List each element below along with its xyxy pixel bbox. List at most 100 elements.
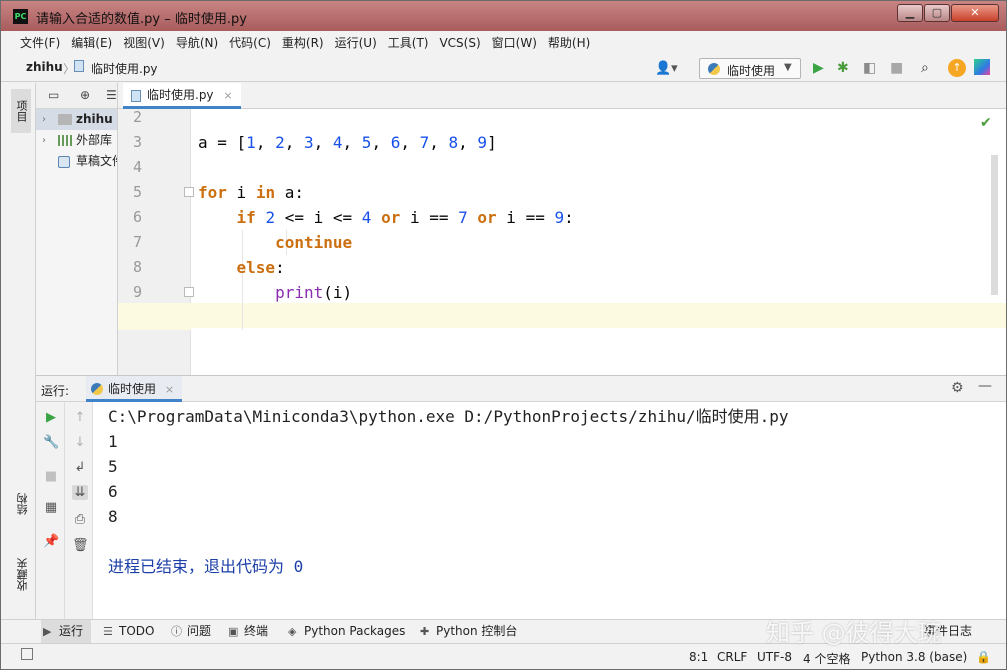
python-interpreter[interactable]: Python 3.8 (base) xyxy=(861,650,967,664)
close-button[interactable]: ✕ xyxy=(951,4,999,22)
code-number: 2 xyxy=(265,208,276,227)
folder-icon xyxy=(58,114,72,125)
menu-code[interactable]: 代码(C) xyxy=(225,31,275,55)
chevron-down-icon: ▼ xyxy=(784,62,792,73)
packages-icon: ◈ xyxy=(288,625,297,638)
tool-tab-python-packages[interactable]: ◈ Python Packages xyxy=(286,620,405,643)
stop-icon[interactable]: ■ xyxy=(43,469,59,484)
run-panel-label: 运行: xyxy=(41,384,70,398)
code-keyword: in xyxy=(255,183,276,202)
menu-refactor[interactable]: 重构(R) xyxy=(278,31,328,55)
line-number: 7 xyxy=(133,233,143,251)
close-icon[interactable]: × xyxy=(165,383,174,396)
window-layout-icon[interactable] xyxy=(21,648,33,660)
minimize-button[interactable]: ▁ xyxy=(897,4,923,22)
code-line-7: continue xyxy=(198,230,352,255)
tool-tab-problems[interactable]: ⓘ 问题 xyxy=(169,620,211,643)
line-number: 6 xyxy=(133,208,143,226)
code-number: 1 xyxy=(246,133,256,152)
debug-icon[interactable]: ✱ xyxy=(837,60,849,76)
tool-tab-label: Python Packages xyxy=(304,624,406,638)
run-tab[interactable]: 临时使用 × xyxy=(86,376,183,402)
user-icon[interactable]: 👤▾ xyxy=(655,61,678,76)
print-icon[interactable]: ⎙ xyxy=(72,512,88,527)
tree-item-zhihu[interactable]: › zhihu xyxy=(36,109,117,130)
run-configuration-label: 临时使用 xyxy=(727,64,776,78)
expand-arrow-icon[interactable]: › xyxy=(42,130,46,151)
editor-scrollbar[interactable] xyxy=(991,155,998,295)
code-number: 3 xyxy=(303,133,314,152)
project-view-icon[interactable]: ▭ xyxy=(48,88,59,102)
arrow-down-icon[interactable]: ↓ xyxy=(72,435,88,450)
line-number: 4 xyxy=(133,158,143,176)
rerun-icon[interactable]: ▶ xyxy=(43,410,59,425)
arrow-up-icon[interactable]: ↑ xyxy=(72,410,88,425)
line-separator[interactable]: CRLF xyxy=(717,650,747,664)
menu-help[interactable]: 帮助(H) xyxy=(544,31,594,55)
tree-item-external-libraries[interactable]: › 外部库 xyxy=(36,130,117,151)
run-configuration-select[interactable]: 临时使用 ▼ xyxy=(699,58,801,79)
wrench-icon[interactable]: 🔧 xyxy=(43,435,59,450)
breadcrumb-file[interactable]: 临时使用.py xyxy=(91,60,158,77)
project-panel: ▭ ⊕ ☰ › zhihu › 外部库 草稿文件 xyxy=(36,83,118,375)
menu-edit[interactable]: 编辑(E) xyxy=(67,31,116,55)
lock-icon[interactable]: 🔒 xyxy=(976,650,991,664)
tool-tab-todo[interactable]: ☰ TODO xyxy=(101,620,154,643)
tool-tab-structure[interactable]: 结构 xyxy=(15,493,31,515)
gear-icon[interactable]: ⚙ xyxy=(951,380,964,396)
python-console-icon: ✚ xyxy=(420,625,430,638)
caret-position[interactable]: 8:1 xyxy=(689,650,708,664)
python-icon xyxy=(708,63,720,75)
menu-navigate[interactable]: 导航(N) xyxy=(172,31,222,55)
breadcrumb-project[interactable]: zhihu xyxy=(26,60,63,74)
pin-icon[interactable]: 📌 xyxy=(43,534,59,549)
tool-tab-run[interactable]: ▶ 运行 xyxy=(41,620,92,643)
console-output[interactable]: C:\ProgramData\Miniconda3\python.exe D:/… xyxy=(108,404,998,614)
run-icon[interactable]: ▶ xyxy=(813,60,824,76)
minimize-icon[interactable]: — xyxy=(978,378,992,394)
soft-wrap-icon[interactable]: ↲ xyxy=(72,460,88,475)
check-icon: ✔ xyxy=(980,115,992,131)
tool-tab-favorites[interactable]: 收藏夹 xyxy=(15,558,31,591)
maximize-button[interactable]: ▢ xyxy=(924,4,950,22)
code-number: 8 xyxy=(448,133,459,152)
code-token: a = [ xyxy=(198,133,247,152)
coverage-icon[interactable]: ◧ xyxy=(863,60,876,76)
trash-icon[interactable]: 🗑 xyxy=(72,538,89,553)
code-number: 4 xyxy=(332,133,343,152)
menu-tools[interactable]: 工具(T) xyxy=(384,31,433,55)
code-number: 2 xyxy=(275,133,285,152)
code-area[interactable]: a = [1, 2, 3, 4, 5, 6, 7, 8, 9] for i in… xyxy=(192,109,992,375)
code-keyword: else xyxy=(236,258,276,277)
code-number: 7 xyxy=(458,208,468,227)
tree-item-scratches[interactable]: 草稿文件 xyxy=(36,151,117,172)
tool-tab-terminal[interactable]: ▣ 终端 xyxy=(226,620,268,643)
code-keyword: or xyxy=(477,208,497,227)
expand-arrow-icon[interactable]: › xyxy=(42,109,46,130)
layout-icon[interactable]: ▦ xyxy=(43,500,59,515)
line-number: 5 xyxy=(133,183,143,201)
tool-tab-label: 问题 xyxy=(187,624,212,638)
tool-tab-project[interactable]: 项目 xyxy=(11,89,31,133)
toolbox-icon[interactable] xyxy=(974,59,990,75)
indent-setting[interactable]: 4 个空格 xyxy=(803,650,850,667)
editor-tab-label: 临时使用.py xyxy=(147,88,214,102)
stop-icon[interactable]: ■ xyxy=(890,60,903,76)
menu-run[interactable]: 运行(U) xyxy=(331,31,381,55)
line-number: 3 xyxy=(133,133,143,151)
file-encoding[interactable]: UTF-8 xyxy=(757,650,792,664)
locate-icon[interactable]: ⊕ xyxy=(80,88,90,102)
run-icon: ▶ xyxy=(43,625,52,638)
tool-tab-python-console[interactable]: ✚ Python 控制台 xyxy=(418,620,517,643)
code-number: 7 xyxy=(419,133,430,152)
menu-view[interactable]: 视图(V) xyxy=(119,31,169,55)
update-icon[interactable]: ↑ xyxy=(948,59,966,77)
menu-vcs[interactable]: VCS(S) xyxy=(435,31,484,55)
collapse-icon[interactable]: ☰ xyxy=(106,88,117,102)
close-icon[interactable]: × xyxy=(223,89,232,102)
menu-window[interactable]: 窗口(W) xyxy=(488,31,541,55)
search-icon[interactable]: ⌕ xyxy=(921,60,929,76)
menu-bar: 文件(F) 编辑(E) 视图(V) 导航(N) 代码(C) 重构(R) 运行(U) 工具(T)… xyxy=(1,31,1006,55)
menu-file[interactable]: 文件(F) xyxy=(16,31,64,55)
scroll-to-end-icon[interactable]: ⇊ xyxy=(72,485,88,500)
